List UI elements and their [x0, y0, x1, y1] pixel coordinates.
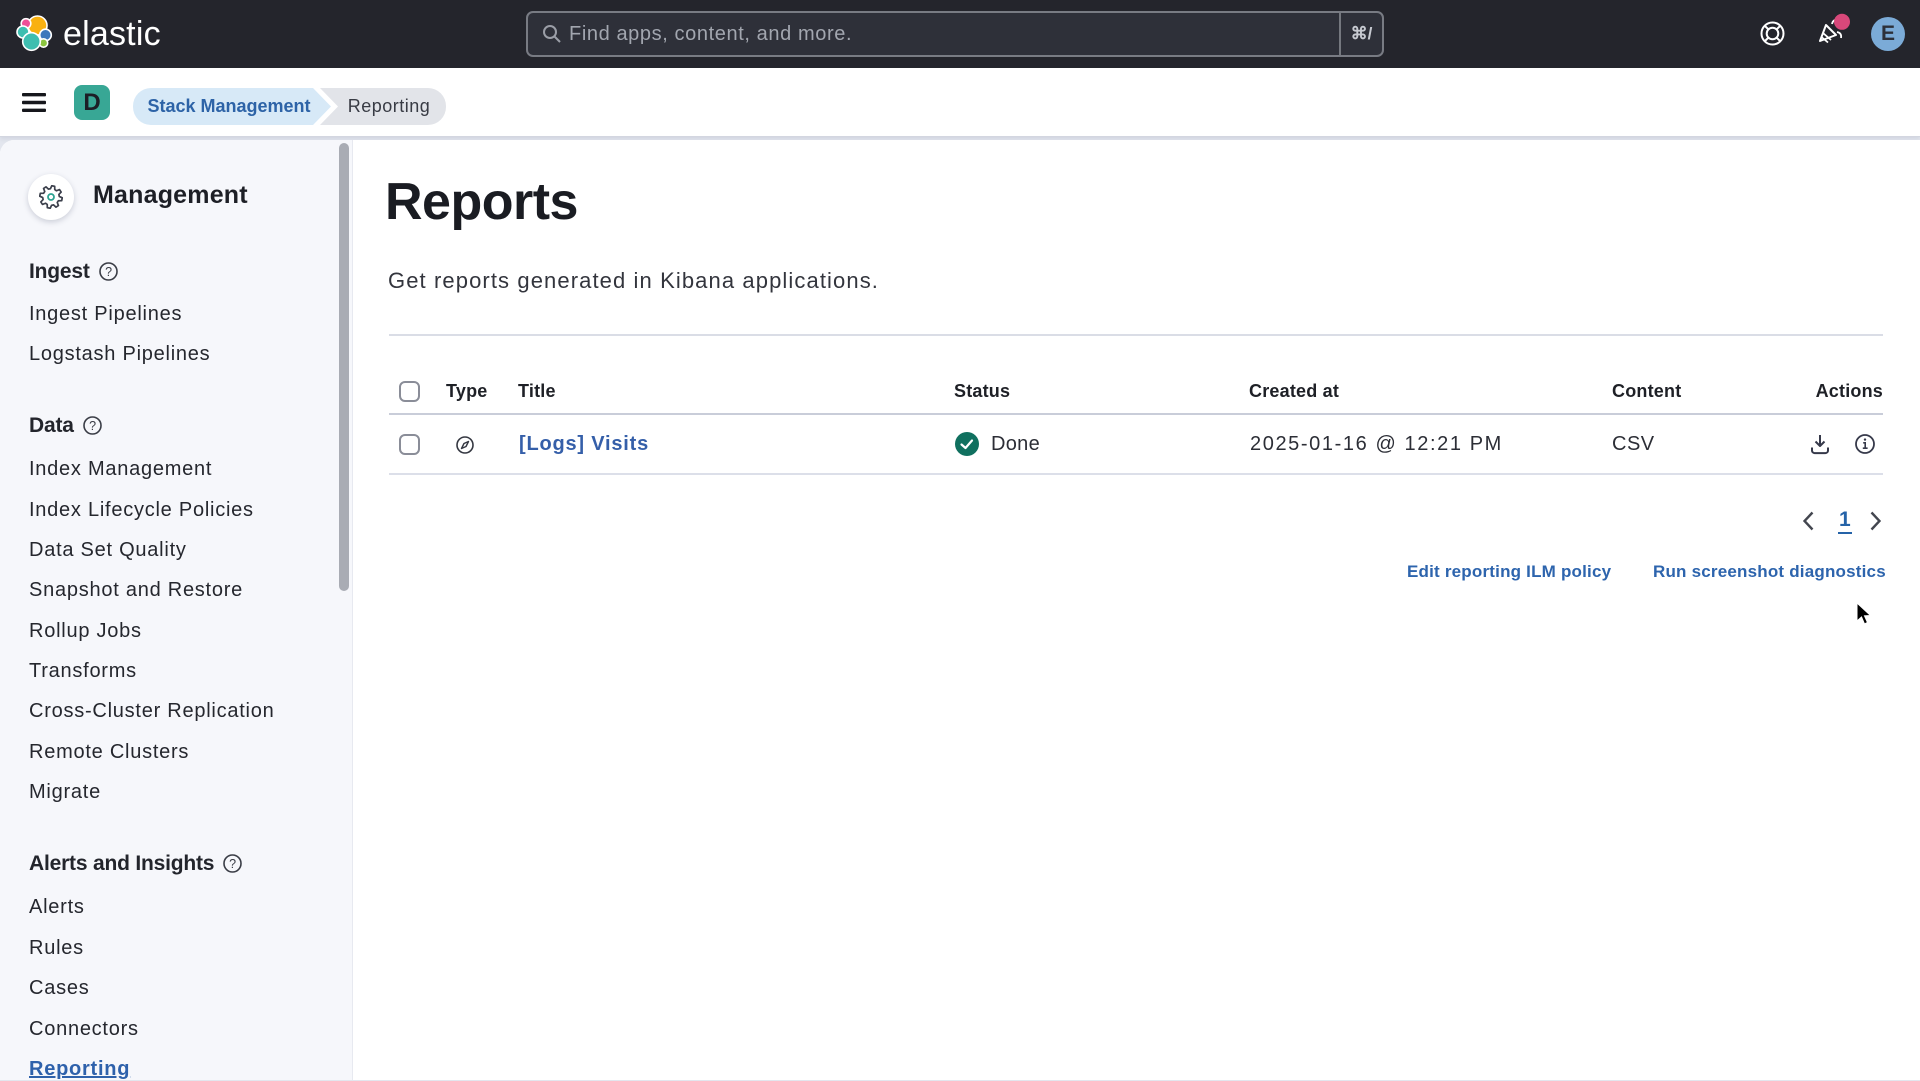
svg-text:?: ?	[229, 857, 236, 871]
svg-text:?: ?	[105, 265, 112, 279]
svg-text:?: ?	[89, 419, 96, 433]
